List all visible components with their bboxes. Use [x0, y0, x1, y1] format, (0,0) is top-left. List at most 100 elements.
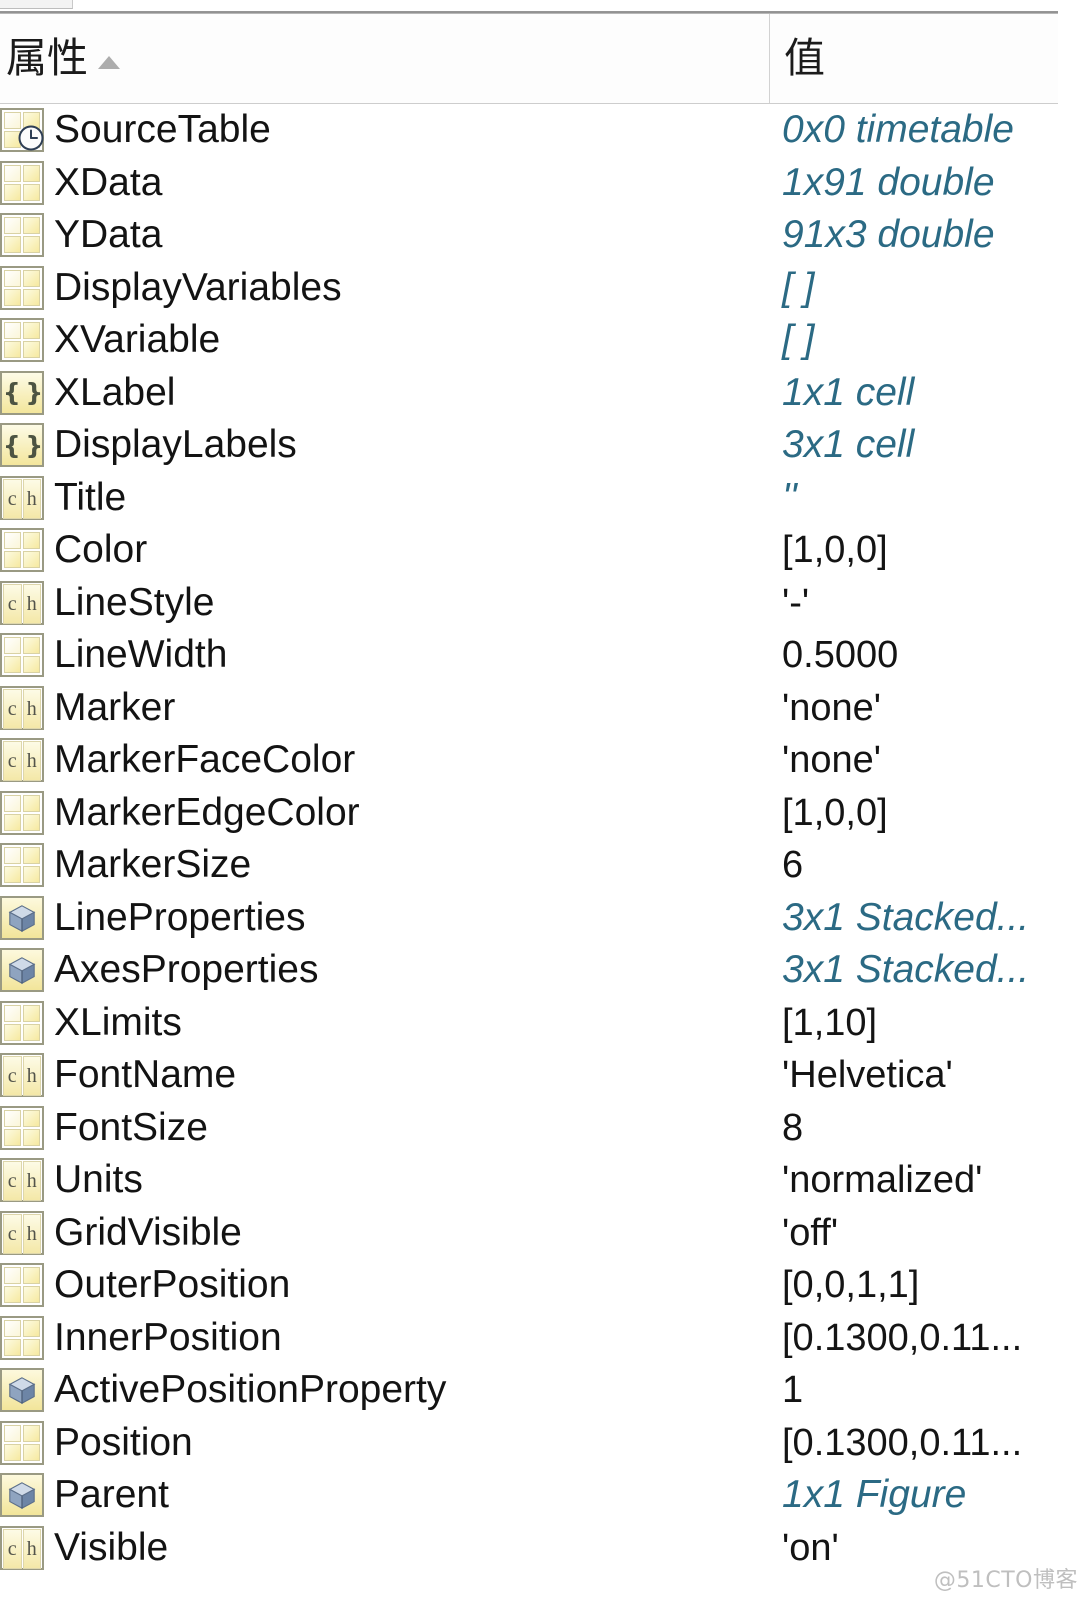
- property-row[interactable]: Parent 1x1 Figure: [0, 1469, 1058, 1522]
- property-value[interactable]: 'none': [782, 734, 881, 787]
- row-icon-cell: [0, 1365, 46, 1415]
- property-value[interactable]: 'none': [782, 682, 881, 735]
- char-icon: ch: [0, 580, 44, 625]
- property-value[interactable]: 'Helvetica': [782, 1049, 953, 1102]
- property-value[interactable]: 3x1 Stacked...: [782, 892, 1029, 945]
- object-icon: [0, 1368, 44, 1412]
- property-name: Marker: [54, 685, 176, 729]
- property-name: MarkerEdgeColor: [54, 790, 360, 834]
- property-row[interactable]: YData 91x3 double: [0, 209, 1058, 262]
- row-icon-cell: ch: [0, 473, 46, 523]
- property-row[interactable]: LineProperties 3x1 Stacked...: [0, 892, 1058, 945]
- property-row[interactable]: c h LineStyle '-': [0, 577, 1058, 630]
- matrix-icon: [0, 1263, 44, 1307]
- row-icon-cell: ch: [0, 578, 46, 628]
- property-name: Units: [54, 1158, 143, 1201]
- property-name: GridVisible: [54, 1210, 242, 1254]
- property-row[interactable]: c h MarkerFaceColor 'none': [0, 734, 1058, 787]
- column-header-value[interactable]: 值: [770, 14, 1058, 103]
- property-name: Title: [54, 475, 127, 519]
- property-row[interactable]: Color [1,0,0]: [0, 524, 1058, 577]
- property-row[interactable]: DisplayVariables [ ]: [0, 262, 1058, 315]
- property-value[interactable]: [1,0,0]: [782, 787, 888, 840]
- row-icon-cell: { }: [0, 420, 46, 470]
- column-header-property[interactable]: 属性: [0, 14, 770, 103]
- property-row[interactable]: c h GridVisible 'off': [0, 1207, 1058, 1260]
- property-row[interactable]: c h Title '': [0, 472, 1058, 525]
- property-row[interactable]: { } DisplayLabels 3x1 cell: [0, 419, 1058, 472]
- char-icon: ch: [0, 738, 44, 782]
- property-value[interactable]: 'off': [782, 1207, 838, 1260]
- property-row[interactable]: SourceTable 0x0 timetable: [0, 104, 1058, 157]
- panel-tab[interactable]: [0, 0, 73, 9]
- row-icon-cell: [0, 840, 46, 890]
- property-name: XVariable: [54, 318, 221, 361]
- property-value[interactable]: 1: [782, 1364, 803, 1417]
- row-icon-cell: [0, 315, 46, 365]
- matrix-icon: [0, 528, 44, 572]
- property-row[interactable]: InnerPosition [0.1300,0.11...: [0, 1312, 1058, 1365]
- property-name: DisplayVariables: [54, 265, 342, 309]
- property-row[interactable]: c h FontName 'Helvetica': [0, 1049, 1058, 1102]
- property-value[interactable]: [0.1300,0.11...: [782, 1312, 1022, 1365]
- cell-icon: { }: [0, 423, 44, 467]
- matrix-icon: [0, 1315, 44, 1360]
- matrix-icon: [0, 318, 44, 362]
- row-icon-cell: [0, 263, 46, 313]
- property-value[interactable]: [1,10]: [782, 997, 877, 1050]
- property-name: XData: [54, 160, 163, 204]
- property-value[interactable]: '-': [782, 577, 809, 630]
- property-value[interactable]: 1x91 double: [782, 157, 995, 210]
- property-row[interactable]: c h Units 'normalized': [0, 1154, 1058, 1207]
- column-header-value-label: 值: [784, 34, 825, 82]
- row-icon-cell: ch: [0, 1208, 46, 1258]
- property-row[interactable]: MarkerEdgeColor [1,0,0]: [0, 787, 1058, 840]
- row-icon-cell: [0, 1418, 46, 1468]
- property-row[interactable]: LineWidth 0.5000: [0, 629, 1058, 682]
- clock-icon: [17, 124, 45, 152]
- property-value[interactable]: 3x1 cell: [782, 419, 914, 472]
- property-name: OuterPosition: [54, 1263, 291, 1306]
- property-value[interactable]: [0,0,1,1]: [782, 1259, 919, 1312]
- property-value[interactable]: 8: [782, 1102, 803, 1155]
- property-rows-container: SourceTable 0x0 timetable XData 1x91 double…: [0, 104, 1058, 1600]
- matrix-icon: [0, 265, 44, 310]
- row-icon-cell: [0, 105, 46, 155]
- row-icon-cell: [0, 210, 46, 260]
- property-value[interactable]: 6: [782, 839, 803, 892]
- row-icon-cell: ch: [0, 735, 46, 785]
- property-value[interactable]: 1x1 cell: [782, 367, 914, 420]
- property-value[interactable]: 91x3 double: [782, 209, 995, 262]
- char-icon: ch: [0, 1525, 44, 1570]
- property-value[interactable]: 'normalized': [782, 1154, 982, 1207]
- property-value[interactable]: [0.1300,0.11...: [782, 1417, 1022, 1470]
- property-value[interactable]: 3x1 Stacked...: [782, 944, 1029, 997]
- property-value[interactable]: 1x1 Figure: [782, 1469, 966, 1522]
- property-name: AxesProperties: [54, 948, 319, 991]
- property-value[interactable]: [1,0,0]: [782, 524, 888, 577]
- property-value[interactable]: 'on': [782, 1522, 839, 1575]
- property-row[interactable]: FontSize 8: [0, 1102, 1058, 1155]
- row-icon-cell: { }: [0, 368, 46, 418]
- char-icon: ch: [0, 1053, 44, 1097]
- property-row[interactable]: { } XLabel 1x1 cell: [0, 367, 1058, 420]
- property-name: XLabel: [54, 370, 176, 414]
- property-row[interactable]: AxesProperties 3x1 Stacked...: [0, 944, 1058, 997]
- property-row[interactable]: OuterPosition [0,0,1,1]: [0, 1259, 1058, 1312]
- property-row[interactable]: c h Visible 'on': [0, 1522, 1058, 1575]
- object-icon: [0, 948, 44, 992]
- property-value[interactable]: [ ]: [782, 262, 815, 315]
- property-row[interactable]: ActivePositionProperty 1: [0, 1364, 1058, 1417]
- property-value[interactable]: 0x0 timetable: [782, 104, 1014, 157]
- matrix-icon: [0, 843, 44, 887]
- property-row[interactable]: XLimits [1,10]: [0, 997, 1058, 1050]
- property-value[interactable]: '': [782, 472, 797, 525]
- property-row[interactable]: XData 1x91 double: [0, 157, 1058, 210]
- property-value[interactable]: 0.5000: [782, 629, 898, 682]
- property-row[interactable]: MarkerSize 6: [0, 839, 1058, 892]
- property-row[interactable]: XVariable [ ]: [0, 314, 1058, 367]
- property-row[interactable]: c h Marker 'none': [0, 682, 1058, 735]
- property-value[interactable]: [ ]: [782, 314, 815, 367]
- property-row[interactable]: Position [0.1300,0.11...: [0, 1417, 1058, 1470]
- property-inspector-panel: 属性 值 SourceTable 0x0 timetable XData 1x91 d…: [0, 0, 1080, 1600]
